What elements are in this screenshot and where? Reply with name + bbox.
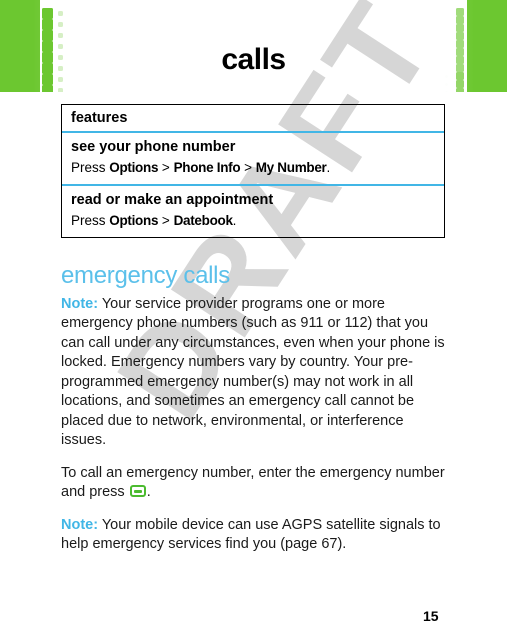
table-row: see your phone number Press Options > Ph… [62, 133, 444, 184]
page-title: calls [221, 43, 286, 76]
page-number: 15 [423, 608, 439, 624]
step-separator: > [158, 160, 174, 175]
note-paragraph-2: Note: Your mobile device can use AGPS sa… [61, 516, 445, 555]
banner-dot [455, 8, 464, 16]
note-paragraph-1: Note: Your service provider programs one… [61, 295, 445, 451]
instruction-prefix: Press [71, 212, 110, 228]
menu-step-my-number[interactable]: My Number [256, 160, 327, 175]
banner-dot [42, 8, 53, 19]
banner-dot [445, 91, 448, 93]
emergency-call-instruction-paragraph: To call an emergency number, enter the e… [61, 464, 445, 503]
banner-dot [58, 22, 63, 27]
note-label: Note: [61, 516, 99, 533]
features-table: features see your phone number Press Opt… [61, 104, 445, 238]
note-body-text: Your service provider programs one or mo… [61, 295, 445, 449]
menu-step-datebook[interactable]: Datebook [174, 213, 233, 228]
menu-step-phone-info[interactable]: Phone Info [174, 160, 241, 175]
instruction-terminator: . [326, 160, 331, 175]
banner-dot [58, 77, 63, 82]
feature-title: read or make an appointment [71, 191, 274, 208]
instruction-prefix: Press [71, 160, 110, 175]
instruction-text-after-key: . [146, 484, 151, 500]
banner-dot [42, 19, 53, 30]
send-key-icon [129, 485, 146, 497]
banner-dot [58, 33, 63, 38]
banner-dot [445, 83, 448, 86]
feature-title: see your phone number [71, 139, 236, 155]
step-separator: > [158, 212, 174, 228]
page-content: features see your phone number Press Opt… [61, 104, 445, 568]
banner-dot [58, 88, 63, 92]
banner-dot [42, 30, 53, 41]
menu-step-options[interactable]: Options [109, 213, 158, 228]
instruction-text-before-key: To call an emergency number, enter the e… [61, 464, 445, 501]
banner-dot [455, 32, 464, 40]
banner-dot [42, 85, 53, 92]
step-separator: > [240, 160, 256, 175]
note-body-text: Your mobile device can use AGPS satellit… [61, 516, 441, 553]
banner-dot [455, 80, 464, 88]
banner-dot [455, 16, 464, 24]
banner-dot [455, 24, 464, 32]
feature-instruction: Press Options > Phone Info > My Number. [62, 158, 444, 184]
section-heading-emergency-calls: emergency calls [61, 261, 230, 289]
banner-dot [58, 11, 63, 16]
feature-instruction: Press Options > Datebook. [62, 211, 444, 237]
table-row: read or make an appointment Press Option… [62, 186, 444, 237]
banner-dot [455, 88, 464, 92]
note-label: Note: [61, 295, 99, 312]
menu-step-options[interactable]: Options [109, 160, 158, 175]
features-table-header: features [62, 105, 444, 133]
instruction-terminator: . [232, 212, 237, 228]
